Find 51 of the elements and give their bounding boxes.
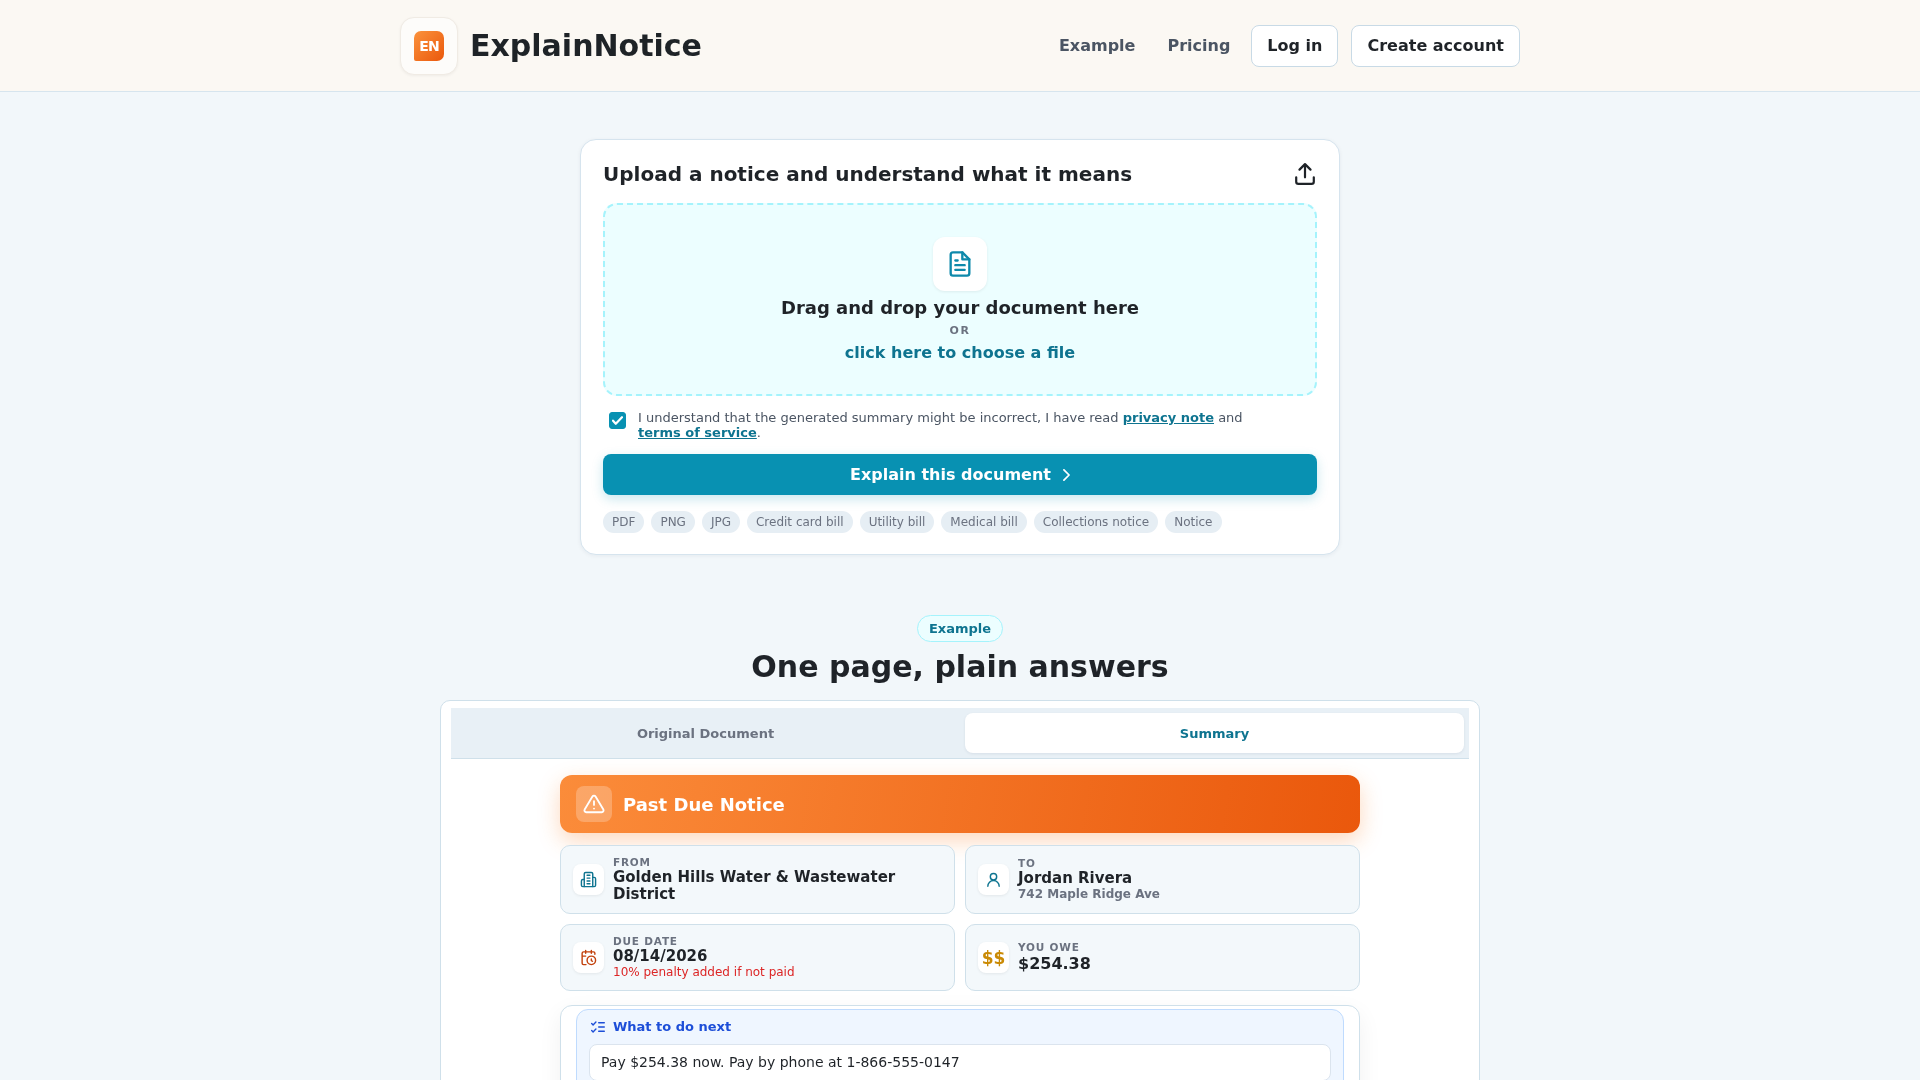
chevron-right-icon	[1062, 468, 1070, 481]
check-icon	[612, 416, 623, 425]
penalty-note: 10% penalty added if not paid	[613, 965, 795, 980]
brand-name: ExplainNotice	[470, 28, 702, 63]
consent-text: I understand that the generated summary might be incorrect, I have read privacy note and terms of service.	[638, 410, 1244, 440]
document-type-tag: Medical bill	[941, 511, 1027, 533]
currency-symbol: $$	[978, 942, 1009, 973]
tab[interactable]: Summary	[965, 713, 1464, 753]
document-type-tag: Collections notice	[1033, 511, 1159, 533]
document-type-tag: JPG	[701, 511, 740, 533]
header-button[interactable]: Create account	[1351, 24, 1520, 67]
consent-link[interactable]: privacy note	[1122, 410, 1214, 425]
field-label: DUE DATE	[613, 935, 678, 948]
document-icon	[933, 237, 987, 291]
checklist-icon	[591, 1021, 605, 1033]
warning-icon	[576, 786, 612, 822]
calendar-clock-icon	[573, 942, 604, 973]
nav-link[interactable]: Pricing	[1167, 36, 1231, 55]
card-title: Upload a notice and understand what it means	[603, 162, 1133, 186]
explain-button[interactable]: Explain this document	[603, 454, 1317, 495]
document-type-tag: Notice	[1165, 511, 1222, 533]
nav-link[interactable]: Example	[1058, 36, 1136, 55]
field-label: FROM	[613, 856, 651, 869]
section-badge: Example	[916, 615, 1004, 642]
building-icon	[573, 864, 604, 895]
field-value: Jordan Rivera	[1018, 870, 1133, 887]
address-text: 742 Maple Ridge Ave	[1018, 887, 1160, 902]
header-button[interactable]: Log in	[1251, 24, 1339, 67]
section-heading: One page, plain answers	[751, 649, 1169, 685]
choose-file-link[interactable]: click here to choose a file	[844, 341, 1076, 365]
step-item: Pay $254.38 now. Pay by phone at 1-866-555-0147	[589, 1044, 1331, 1080]
checkbox[interactable]	[609, 412, 626, 429]
logo-badge: EN	[414, 30, 444, 61]
amount-value: $254.38	[1018, 954, 1091, 974]
tab[interactable]: Original Document	[456, 713, 955, 753]
document-type-tag: Credit card bill	[747, 511, 853, 533]
banner-title: Past Due Notice	[623, 793, 785, 815]
dropzone[interactable]: Drag and drop your document here OR click here to choose a file	[603, 203, 1317, 396]
person-icon	[978, 864, 1009, 895]
document-type-tag: PDF	[603, 511, 645, 533]
field-value: Golden Hills Water & Wastewater District	[613, 869, 897, 903]
dropzone-heading: Drag and drop your document here	[780, 296, 1140, 320]
separator-text: OR	[949, 324, 971, 338]
consent-link[interactable]: terms of service	[638, 425, 757, 440]
document-type-tag: PNG	[651, 511, 695, 533]
field-label: YOU OWE	[1018, 941, 1080, 954]
document-type-tag: Utility bill	[859, 511, 935, 533]
next-steps-title: What to do next	[613, 1019, 732, 1035]
field-value: 08/14/2026	[613, 948, 708, 965]
field-label: TO	[1018, 857, 1036, 870]
upload-icon	[1295, 163, 1315, 185]
